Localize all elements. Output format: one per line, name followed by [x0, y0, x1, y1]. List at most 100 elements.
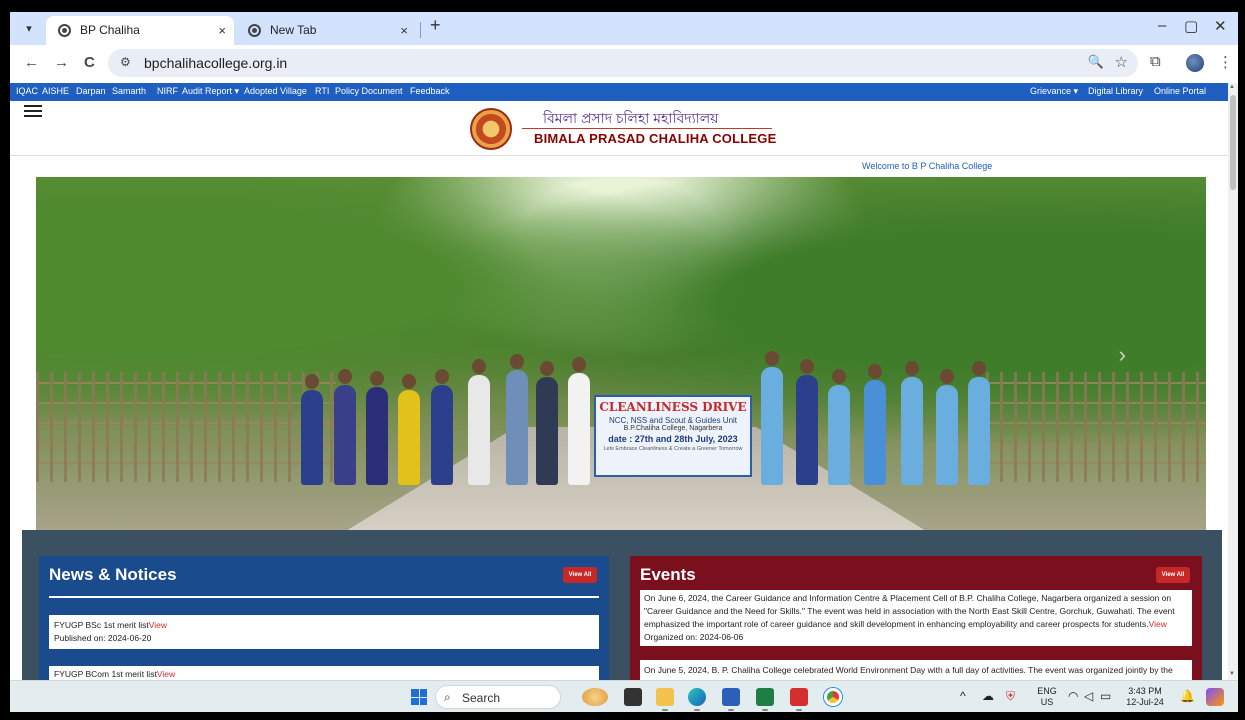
close-tab-icon[interactable]: × — [400, 16, 408, 45]
page-scrollbar[interactable]: ▲ ▼ — [1228, 83, 1238, 680]
windows-start-icon[interactable] — [411, 689, 427, 705]
search-icon: ⌕ — [444, 690, 451, 704]
banner-slogan: Lets Embrace Cleanliness & Create a Gree… — [603, 446, 743, 452]
word-icon[interactable] — [722, 688, 740, 711]
person — [431, 369, 453, 485]
event-text: On June 5, 2024, B. P. Chaliha College c… — [644, 665, 1173, 675]
taskbar-search-box[interactable]: ⌕ Search — [435, 685, 561, 709]
banner-college: B.P.Chaliha College, Nagarbera — [623, 425, 723, 432]
hamburger-menu-icon[interactable] — [24, 105, 42, 117]
tab-search-chevron-icon[interactable]: ▾ — [18, 18, 40, 40]
menu-nirf[interactable]: NIRF — [157, 86, 178, 96]
clock-date: 12-Jul-24 — [1126, 697, 1164, 707]
tray-overflow-icon[interactable]: ^ — [960, 689, 966, 703]
event-view-link[interactable]: View — [1149, 619, 1167, 629]
notice-view-link[interactable]: View — [149, 620, 167, 630]
notice-published: Published on: 2024-06-20 — [54, 633, 152, 643]
event-organized: Organized on: 2024-06-06 — [644, 632, 744, 642]
extensions-icon[interactable]: ⧉ — [1150, 53, 1161, 70]
close-window-button[interactable]: ✕ — [1214, 17, 1227, 35]
hero-carousel[interactable]: CLEANLINESS DRIVE NCC, NSS and Scout & G… — [36, 177, 1206, 530]
tab-separator — [420, 22, 421, 38]
zoom-icon[interactable]: 🔍 — [1088, 54, 1104, 70]
address-bar[interactable]: ⚙ bpchalihacollege.org.in 🔍 ☆ — [108, 49, 1138, 77]
menu-audit-report[interactable]: Audit Report ▾ — [182, 86, 239, 97]
event-item: On June 5, 2024, B. P. Chaliha College c… — [640, 660, 1192, 680]
event-text: On June 6, 2024, the Career Guidance and… — [644, 593, 1175, 629]
person — [334, 369, 356, 485]
person — [398, 374, 420, 485]
person — [468, 359, 490, 485]
browser-tab-strip: ▾ BP Chaliha × New Tab × + – ▢ ✕ — [10, 12, 1238, 45]
url-text[interactable]: bpchalihacollege.org.in — [144, 55, 287, 71]
person — [568, 357, 590, 485]
menu-adopted-village[interactable]: Adopted Village — [244, 86, 307, 96]
menu-digital-library[interactable]: Digital Library — [1088, 86, 1143, 96]
volume-icon[interactable]: ◁ — [1084, 689, 1093, 703]
tune-icon[interactable]: ⚙ — [120, 55, 131, 69]
site-top-menu: IQAC AISHE Darpan Samarth NIRF Audit Rep… — [10, 83, 1238, 101]
person — [901, 361, 923, 485]
security-icon[interactable]: ⛨ — [1006, 689, 1015, 704]
minimize-button[interactable]: – — [1158, 17, 1166, 34]
news-events-section: News & Notices View All FYUGP BSc 1st me… — [22, 530, 1222, 680]
restore-button[interactable]: ▢ — [1184, 17, 1198, 35]
reload-button[interactable]: C — [84, 54, 95, 71]
tab-new-tab[interactable]: New Tab × — [236, 16, 416, 45]
banner-date: date : 27th and 28th July, 2023 — [608, 434, 738, 444]
college-name-english: BIMALA PRASAD CHALIHA COLLEGE — [534, 131, 777, 146]
carousel-next-icon[interactable]: › — [1119, 342, 1126, 368]
battery-icon[interactable]: ▭ — [1100, 689, 1111, 703]
notice-view-link[interactable]: View — [157, 669, 175, 679]
task-view-icon[interactable] — [624, 688, 642, 706]
events-view-all-button[interactable]: View All — [1156, 567, 1190, 583]
scroll-up-icon[interactable]: ▲ — [1229, 84, 1235, 90]
scroll-down-icon[interactable]: ▼ — [1229, 671, 1235, 677]
back-button[interactable]: ← — [24, 54, 39, 71]
region-code: US — [1040, 697, 1054, 707]
language-indicator[interactable]: ENG US — [1034, 686, 1060, 708]
acrobat-icon[interactable] — [790, 688, 808, 711]
tab-label: New Tab — [270, 23, 317, 37]
menu-online-portal[interactable]: Online Portal — [1154, 86, 1206, 96]
globe-icon — [58, 24, 71, 37]
menu-samarth[interactable]: Samarth — [112, 86, 146, 96]
star-icon[interactable]: ☆ — [1115, 53, 1128, 71]
browser-toolbar: ← → C ⚙ bpchalihacollege.org.in 🔍 ☆ ⧉ ⋮ — [10, 45, 1238, 81]
menu-policy-document[interactable]: Policy Document — [335, 86, 403, 96]
cloud-icon[interactable]: ☁ — [982, 689, 994, 703]
chrome-icon[interactable] — [824, 688, 842, 706]
news-divider — [49, 596, 599, 598]
excel-icon[interactable] — [756, 688, 774, 711]
widgets-icon[interactable] — [582, 688, 608, 706]
lang-code: ENG — [1037, 686, 1057, 696]
menu-grievance[interactable]: Grievance ▾ — [1030, 86, 1078, 97]
menu-aishe[interactable]: AISHE — [42, 86, 69, 96]
scroll-thumb[interactable] — [1230, 95, 1236, 190]
profile-avatar[interactable] — [1186, 54, 1204, 72]
tab-bp-chaliha[interactable]: BP Chaliha × — [46, 16, 234, 45]
notice-text: FYUGP BCom 1st merit list — [54, 669, 157, 679]
news-view-all-button[interactable]: View All — [563, 567, 597, 583]
new-tab-button[interactable]: + — [430, 15, 441, 36]
menu-iqac[interactable]: IQAC — [16, 86, 38, 96]
notice-item: FYUGP BSc 1st merit listView Published o… — [49, 615, 599, 649]
clock[interactable]: 3:43 PM 12-Jul-24 — [1118, 686, 1172, 708]
file-explorer-icon[interactable] — [656, 688, 674, 711]
wifi-icon[interactable]: ◠ — [1068, 689, 1078, 703]
notifications-bell-icon[interactable]: 🔔 — [1180, 689, 1195, 703]
forward-button[interactable]: → — [54, 54, 69, 71]
notice-text: FYUGP BSc 1st merit list — [54, 620, 149, 630]
college-logo[interactable] — [470, 108, 512, 150]
menu-icon[interactable]: ⋮ — [1218, 53, 1233, 71]
menu-feedback[interactable]: Feedback — [410, 86, 450, 96]
copilot-icon[interactable] — [1206, 688, 1224, 706]
tab-label: BP Chaliha — [80, 23, 140, 37]
site-header: বিমলা প্রসাদ চলিহা মহাবিদ্যালয় BIMALA P… — [10, 101, 1228, 156]
close-tab-icon[interactable]: × — [218, 16, 226, 45]
person — [864, 364, 886, 485]
edge-icon[interactable] — [688, 688, 706, 711]
news-panel: News & Notices View All FYUGP BSc 1st me… — [39, 556, 609, 680]
menu-darpan[interactable]: Darpan — [76, 86, 106, 96]
menu-rti[interactable]: RTI — [315, 86, 329, 96]
